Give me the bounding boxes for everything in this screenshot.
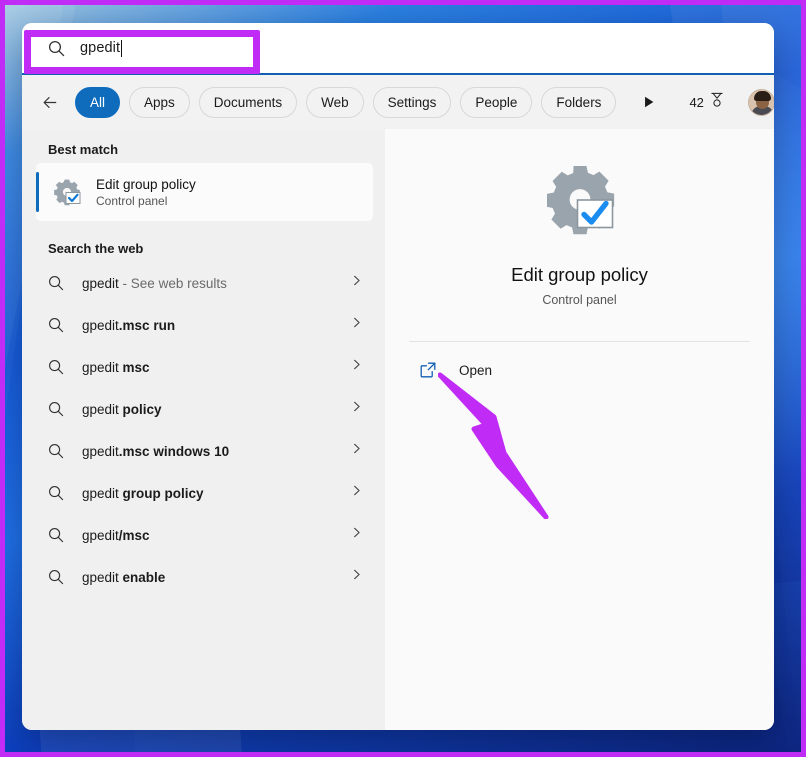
external-link-icon	[419, 361, 437, 379]
chevron-right-icon[interactable]	[350, 400, 363, 418]
search-icon	[48, 485, 64, 501]
search-the-web-heading: Search the web	[36, 225, 373, 262]
web-results-list: gpedit - See web results gpedit.msc run …	[36, 262, 373, 598]
open-action-label: Open	[459, 363, 492, 378]
search-icon	[48, 40, 65, 57]
web-result-item[interactable]: gpedit enable	[36, 556, 373, 598]
web-result-label: gpedit - See web results	[82, 276, 350, 291]
best-match-item[interactable]: Edit group policy Control panel	[36, 163, 373, 221]
tab-web[interactable]: Web	[306, 87, 364, 118]
web-result-label: gpedit/msc	[82, 528, 350, 543]
search-bar-row: gpedit	[22, 23, 774, 75]
rewards-count: 42	[689, 95, 703, 110]
chevron-right-icon[interactable]	[350, 358, 363, 376]
web-result-item[interactable]: gpedit.msc run	[36, 304, 373, 346]
chevron-right-icon[interactable]	[350, 568, 363, 586]
play-button[interactable]	[634, 87, 664, 117]
group-policy-icon	[52, 177, 82, 207]
open-action-button[interactable]: Open	[405, 348, 754, 392]
web-result-item[interactable]: gpedit policy	[36, 388, 373, 430]
best-match-text: Edit group policy Control panel	[96, 177, 196, 208]
preview-title: Edit group policy	[405, 264, 754, 286]
web-result-label: gpedit enable	[82, 570, 350, 585]
rewards-indicator[interactable]: 42	[689, 92, 724, 113]
desktop-background: gpedit All Apps Documents Web Settings P…	[0, 0, 806, 757]
search-icon	[48, 527, 64, 543]
search-input-value: gpedit	[80, 40, 120, 56]
web-result-item[interactable]: gpedit - See web results	[36, 262, 373, 304]
web-result-label: gpedit msc	[82, 360, 350, 375]
selection-accent-bar	[36, 172, 39, 212]
preview-pane: Edit group policy Control panel Open	[385, 129, 774, 730]
chevron-right-icon[interactable]	[350, 526, 363, 544]
web-result-item[interactable]: gpedit msc	[36, 346, 373, 388]
results-body: Best match Edit group policy Control	[22, 129, 774, 730]
best-match-title: Edit group policy	[96, 177, 196, 192]
results-left-column: Best match Edit group policy Control	[22, 129, 385, 730]
search-icon	[48, 443, 64, 459]
search-input[interactable]: gpedit	[22, 23, 774, 75]
preview-icon-wrap	[405, 161, 754, 242]
chevron-right-icon[interactable]	[350, 316, 363, 334]
best-match-subtitle: Control panel	[96, 194, 196, 208]
windows-search-flyout: gpedit All Apps Documents Web Settings P…	[22, 23, 774, 730]
search-icon	[48, 359, 64, 375]
tab-documents[interactable]: Documents	[199, 87, 297, 118]
preview-subtitle: Control panel	[405, 293, 754, 307]
preview-divider	[409, 341, 750, 342]
web-result-item[interactable]: gpedit.msc windows 10	[36, 430, 373, 472]
chevron-right-icon[interactable]	[350, 442, 363, 460]
web-result-item[interactable]: gpedit/msc	[36, 514, 373, 556]
chevron-right-icon[interactable]	[350, 484, 363, 502]
tab-all[interactable]: All	[75, 87, 120, 118]
search-icon	[48, 275, 64, 291]
filter-tabs-row: All Apps Documents Web Settings People F…	[22, 75, 774, 129]
chevron-right-icon[interactable]	[350, 274, 363, 292]
search-icon	[48, 569, 64, 585]
tab-folders[interactable]: Folders	[541, 87, 616, 118]
web-result-label: gpedit.msc run	[82, 318, 350, 333]
tab-settings[interactable]: Settings	[373, 87, 452, 118]
medal-icon	[709, 92, 725, 113]
back-button[interactable]	[34, 86, 66, 118]
text-caret	[121, 40, 122, 57]
web-result-item[interactable]: gpedit group policy	[36, 472, 373, 514]
web-result-label: gpedit.msc windows 10	[82, 444, 350, 459]
avatar[interactable]	[748, 89, 774, 116]
best-match-heading: Best match	[36, 133, 373, 163]
search-icon	[48, 317, 64, 333]
tab-people[interactable]: People	[460, 87, 532, 118]
avatar-hair	[754, 91, 771, 101]
web-result-label: gpedit group policy	[82, 486, 350, 501]
search-icon	[48, 401, 64, 417]
web-result-label: gpedit policy	[82, 402, 350, 417]
tab-apps[interactable]: Apps	[129, 87, 190, 118]
group-policy-icon	[542, 161, 618, 242]
